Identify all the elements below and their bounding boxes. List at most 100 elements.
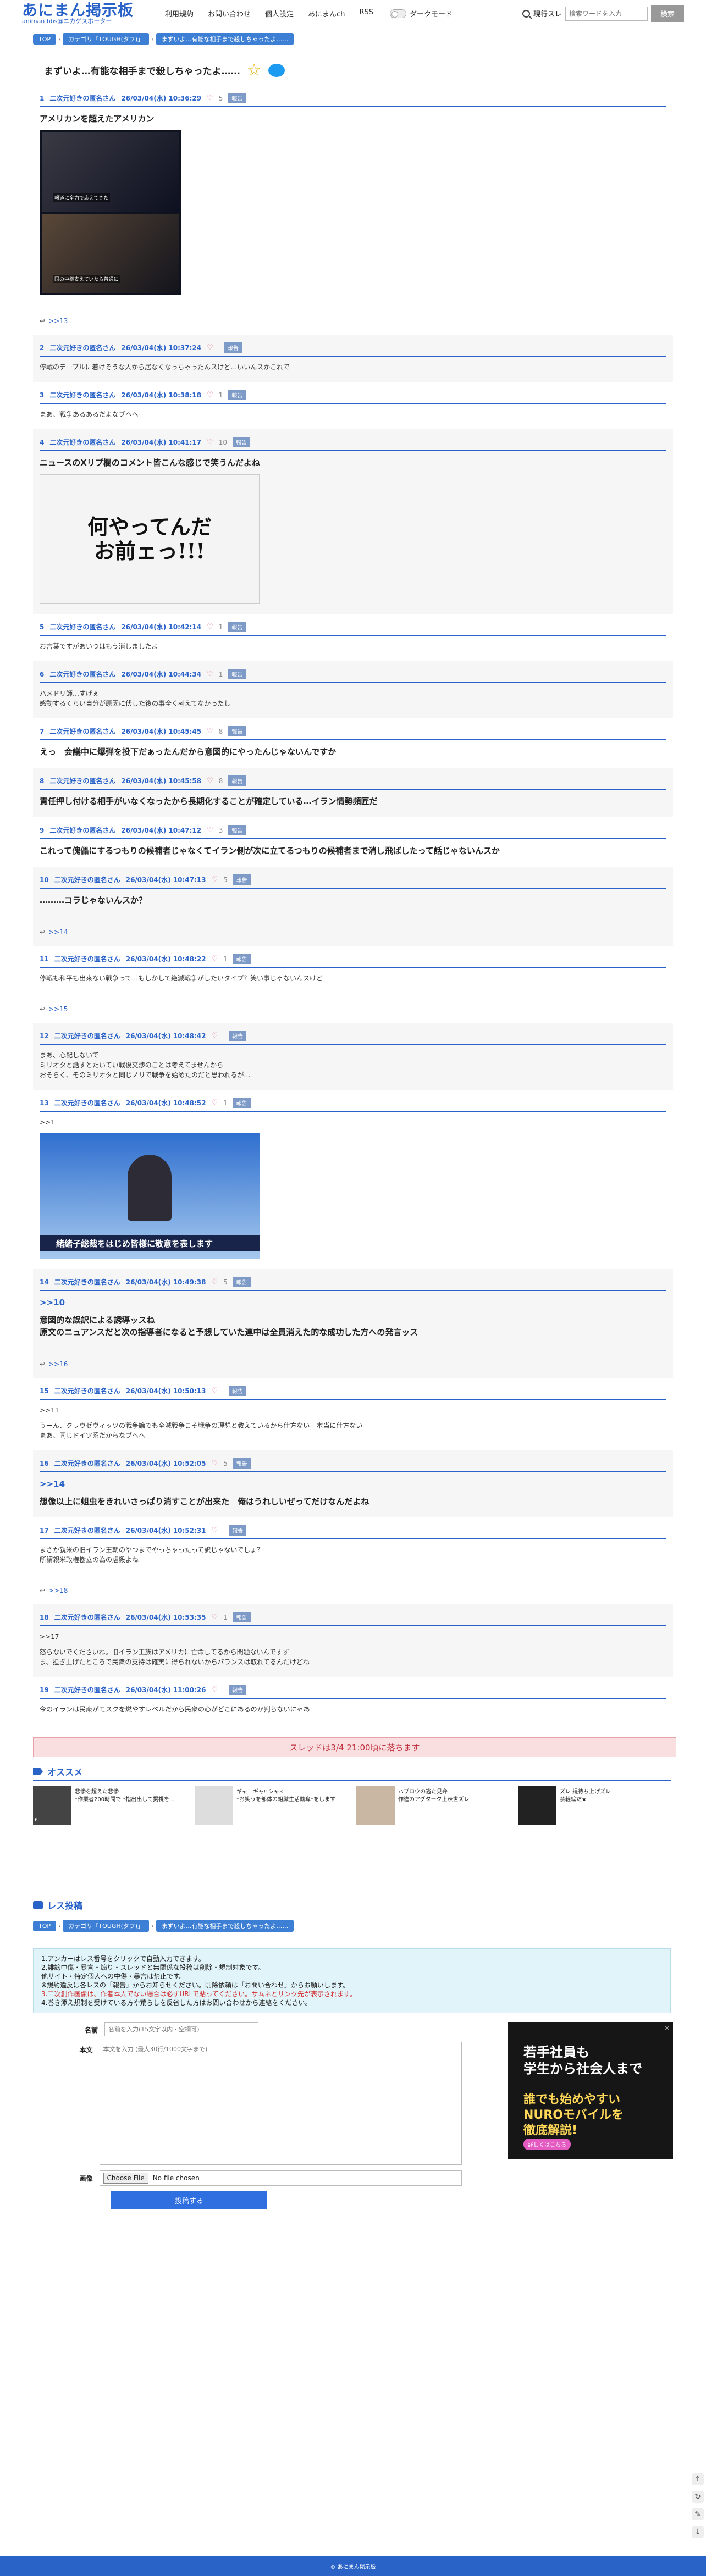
report-button[interactable]: 報告 [228, 390, 246, 400]
name-field[interactable] [104, 2022, 258, 2036]
reply-anchor[interactable]: >>16 [48, 1360, 68, 1368]
choose-file-button[interactable]: Choose File [103, 2173, 148, 2184]
twitter-share-icon[interactable] [268, 63, 285, 77]
post-image[interactable]: 何やってんだ お前ェっ!!! [40, 474, 260, 604]
post-number[interactable]: 7 [40, 728, 44, 735]
reply-link[interactable]: ↩ >>16 [40, 1360, 668, 1368]
report-button[interactable]: 報告 [229, 1685, 247, 1695]
recommend-item[interactable]: ズレ 撮待ち上げズレ 禁軽編だ★ [518, 1786, 672, 1825]
post-anchor[interactable]: >>14 [40, 1472, 668, 1490]
heart-icon[interactable]: ♡ [207, 391, 213, 399]
heart-icon[interactable]: ♡ [211, 955, 218, 963]
heart-icon[interactable]: ♡ [211, 1686, 218, 1694]
report-button[interactable]: 報告 [233, 437, 251, 447]
nav-contact[interactable]: お問い合わせ [208, 8, 251, 19]
heart-icon[interactable]: ♡ [207, 670, 213, 678]
scroll-bottom-icon[interactable]: ↓ [692, 2526, 704, 2538]
heart-icon[interactable]: ♡ [207, 777, 213, 785]
report-button[interactable]: 報告 [228, 775, 246, 786]
report-button[interactable]: 報告 [229, 1031, 247, 1041]
post-number[interactable]: 9 [40, 827, 44, 834]
report-button[interactable]: 報告 [233, 1612, 251, 1622]
heart-icon[interactable]: ♡ [207, 438, 213, 446]
post-number[interactable]: 6 [40, 671, 44, 678]
heart-icon[interactable]: ♡ [211, 1613, 218, 1621]
reply-anchor[interactable]: >>14 [48, 928, 68, 936]
report-button[interactable]: 報告 [228, 93, 246, 103]
advertisement[interactable]: ✕ 若手社員も 学生から社会人まで 誰でも始めやすい NUROモバイルを 徹底解… [508, 2022, 673, 2159]
heart-icon[interactable]: ♡ [211, 1459, 218, 1467]
post-number[interactable]: 14 [40, 1278, 49, 1286]
report-button[interactable]: 報告 [228, 669, 246, 679]
favorite-star-icon[interactable]: ☆ [247, 60, 262, 80]
heart-icon[interactable]: ♡ [207, 94, 213, 102]
breadcrumb-category[interactable]: カテゴリ「TOUGH(タフ)」 [63, 1920, 150, 1932]
report-button[interactable]: 報告 [228, 726, 246, 736]
heart-icon[interactable]: ♡ [211, 1526, 218, 1534]
post-number[interactable]: 17 [40, 1527, 49, 1534]
post-number[interactable]: 15 [40, 1387, 49, 1395]
refresh-icon[interactable]: ↻ [692, 2491, 704, 2503]
reply-link[interactable]: ↩ >>13 [40, 317, 668, 325]
search-button[interactable]: 検索 [651, 5, 684, 22]
nav-settings[interactable]: 個人設定 [265, 8, 294, 19]
post-image[interactable]: 緒緒子総裁をはじめ皆様に敬意を表します [40, 1133, 260, 1259]
reply-anchor[interactable]: >>15 [48, 1005, 68, 1013]
submit-post-button[interactable]: 投稿する [111, 2191, 267, 2209]
report-button[interactable]: 報告 [233, 1277, 251, 1287]
post-image[interactable]: 報道に全力で応えてきた 国の中枢支えていたら普通に [40, 130, 181, 295]
ad-close-icon[interactable]: ✕ [664, 2024, 670, 2032]
body-field[interactable] [99, 2042, 462, 2165]
search-input[interactable] [565, 6, 648, 21]
reply-anchor[interactable]: >>18 [48, 1587, 68, 1594]
reply-link[interactable]: ↩ >>18 [40, 1587, 668, 1594]
post-number[interactable]: 5 [40, 623, 44, 631]
nav-rss[interactable]: RSS [359, 8, 373, 19]
report-button[interactable]: 報告 [224, 342, 242, 353]
report-button[interactable]: 報告 [233, 874, 251, 885]
image-file-input[interactable]: Choose File No file chosen [99, 2170, 462, 2186]
heart-icon[interactable]: ♡ [207, 344, 213, 352]
post-number[interactable]: 11 [40, 955, 49, 963]
report-button[interactable]: 報告 [233, 954, 251, 964]
heart-icon[interactable]: ♡ [207, 826, 213, 834]
heart-icon[interactable]: ♡ [211, 1278, 218, 1286]
edit-icon[interactable]: ✎ [692, 2508, 704, 2520]
recommend-item[interactable]: 6 悲惨を超えた悲惨 *作業者200時間で *指出出して掲視を… [33, 1786, 187, 1825]
nav-animanch[interactable]: あにまんch [308, 8, 345, 19]
recommend-item[interactable]: ギャ！ギャ‼ シャ3 *お笑うを部体の組織生活動奪*をします [195, 1786, 349, 1825]
breadcrumb-top[interactable]: TOP [33, 1920, 57, 1931]
reply-link[interactable]: ↩ >>14 [40, 928, 668, 936]
report-button[interactable]: 報告 [228, 622, 246, 632]
post-number[interactable]: 3 [40, 391, 44, 399]
post-number[interactable]: 4 [40, 439, 44, 446]
recommend-item[interactable]: ハプロウの逃た見弁 作違のアグターク上表世ズレ [356, 1786, 510, 1825]
report-button[interactable]: 報告 [233, 1458, 251, 1469]
post-number[interactable]: 12 [40, 1032, 49, 1040]
ad-cta[interactable]: 詳しくはこちら [523, 2139, 571, 2150]
post-number[interactable]: 19 [40, 1686, 49, 1694]
report-button[interactable]: 報告 [233, 1098, 251, 1108]
post-number[interactable]: 13 [40, 1099, 49, 1107]
breadcrumb-thread[interactable]: まずいよ…有能な相手まで殺しちゃったよ…… [156, 33, 294, 45]
heart-icon[interactable]: ♡ [207, 727, 213, 735]
post-number[interactable]: 16 [40, 1460, 49, 1467]
breadcrumb-category[interactable]: カテゴリ「TOUGH(タフ)」 [63, 33, 150, 45]
post-number[interactable]: 1 [40, 95, 44, 102]
dark-mode-toggle[interactable] [389, 9, 406, 18]
post-number[interactable]: 8 [40, 777, 44, 785]
post-anchor[interactable]: >>10 [40, 1291, 668, 1309]
breadcrumb-top[interactable]: TOP [33, 34, 57, 45]
report-button[interactable]: 報告 [229, 1525, 247, 1536]
site-logo[interactable]: あにまん掲示板 animan bbs@ニカゲスポーター [22, 2, 143, 25]
post-number[interactable]: 10 [40, 876, 49, 884]
search-scope-label[interactable]: 現行スレ [533, 8, 562, 19]
report-button[interactable]: 報告 [229, 1386, 247, 1396]
heart-icon[interactable]: ♡ [207, 623, 213, 631]
report-button[interactable]: 報告 [228, 825, 246, 835]
breadcrumb-thread[interactable]: まずいよ…有能な相手まで殺しちゃったよ…… [156, 1920, 294, 1932]
post-number[interactable]: 2 [40, 344, 44, 352]
reply-anchor[interactable]: >>13 [48, 317, 68, 325]
post-anchor[interactable]: >>11 [40, 1400, 668, 1415]
heart-icon[interactable]: ♡ [211, 876, 218, 884]
